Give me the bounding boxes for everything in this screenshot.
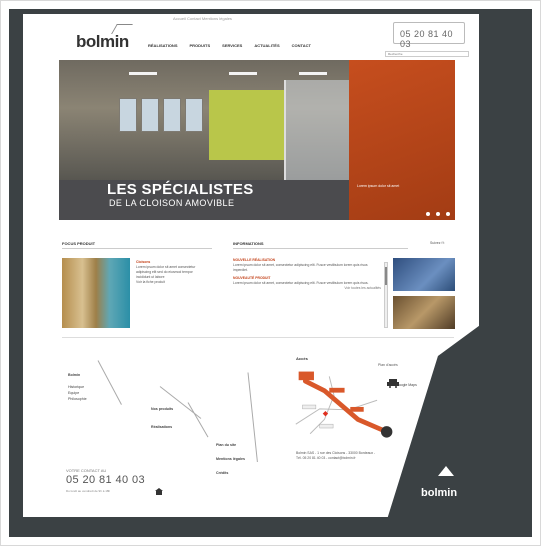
plan-label: Plan d'accès xyxy=(378,363,398,367)
info-section-title: INFORMATIONS xyxy=(233,241,408,249)
hero-photo-green-wall xyxy=(209,90,284,160)
footer-logo: bolmin xyxy=(421,487,458,499)
carousel-dot[interactable] xyxy=(446,212,450,216)
access-map[interactable] xyxy=(291,366,401,446)
footer-link-bolmin[interactable]: Bolmin xyxy=(68,372,80,378)
hero-photo-window xyxy=(163,98,181,132)
phone-box: 05 20 81 40 03 xyxy=(393,22,465,49)
focus-body: Lorem ipsum dolor sit amet consectetur a… xyxy=(136,265,196,279)
gallery-thumb-blue[interactable] xyxy=(393,258,455,291)
contact-label: VOTRE CONTACT AU xyxy=(66,468,107,473)
info-list: NOUVELLE RÉALISATION Lorem ipsum dolor s… xyxy=(233,258,381,291)
hero-orange-panel xyxy=(349,60,455,220)
focus-product-image[interactable] xyxy=(62,258,130,328)
hero-side-text: Lorem ipsum dolor sit amet xyxy=(357,184,400,188)
hero-photo-ceiling-light xyxy=(229,72,257,75)
hero-subtitle: DE LA CLOISON AMOVIBLE xyxy=(109,198,235,208)
focus-more-link[interactable]: Voir la fiche produit xyxy=(136,280,200,285)
hero-photo-ceiling-light xyxy=(129,72,157,75)
footer-diagonal-line xyxy=(97,360,122,405)
nav-item-realisations[interactable]: RÉALISATIONS xyxy=(148,43,177,48)
social-links[interactable]: Suivez f t xyxy=(430,241,444,245)
nav-item-produits[interactable]: PRODUITS xyxy=(189,43,210,48)
search-input[interactable]: Recherche xyxy=(385,51,469,57)
carousel-dot[interactable] xyxy=(426,212,430,216)
footer-link-produits[interactable]: Nos produits xyxy=(151,406,173,412)
footer-diagonal-line xyxy=(247,372,258,463)
hero-photo-window xyxy=(119,98,137,132)
nav-item-actualites[interactable]: ACTUALITÉS xyxy=(254,43,279,48)
contact-hours: Du lundi au vendredi de 9h à 18h xyxy=(66,489,111,493)
website-mockup: Accueil Contact Mentions légales bolmin … xyxy=(23,14,479,517)
info-item1-body: Lorem ipsum dolor sit amet, consectetur … xyxy=(233,263,368,272)
address-block: Bolmin SAS - 1 rue des Cloisons - 33000 … xyxy=(296,451,376,460)
hero-carousel-dots xyxy=(426,212,455,216)
hero-photo-ceiling-light xyxy=(299,72,327,75)
gallery-thumb-wood[interactable] xyxy=(393,296,455,329)
footer-link-plan[interactable]: Plan du site xyxy=(216,442,236,448)
section-divider xyxy=(62,337,454,338)
hero-photo-window xyxy=(185,98,203,132)
map-title: Accès xyxy=(296,356,308,361)
main-nav: RÉALISATIONS PRODUITS SERVICES ACTUALITÉ… xyxy=(148,43,311,48)
nav-item-services[interactable]: SERVICES xyxy=(222,43,242,48)
footer-logo-mark-icon xyxy=(438,466,454,476)
contact-phone-number: 05 20 81 40 03 xyxy=(66,474,146,486)
info-scrollbar[interactable] xyxy=(384,262,388,328)
footer-link-philosophie[interactable]: Philosophie xyxy=(68,396,87,402)
scrollbar-thumb[interactable] xyxy=(385,267,387,285)
hero-photo-window xyxy=(141,98,159,132)
footer-diagonal-line xyxy=(187,402,209,438)
footer-link-credits[interactable]: Crédits xyxy=(216,470,228,476)
carousel-dot[interactable] xyxy=(436,212,440,216)
hero-title: LES SPÉCIALISTES xyxy=(107,181,254,198)
focus-product-text: Cloisons Lorem ipsum dolor sit amet cons… xyxy=(136,260,200,285)
home-icon[interactable] xyxy=(155,488,163,495)
footer-link-mentions[interactable]: Mentions légales xyxy=(216,456,245,462)
topbar-links[interactable]: Accueil Contact Mentions légales xyxy=(173,16,232,21)
nav-item-contact[interactable]: CONTACT xyxy=(292,43,311,48)
info-more-link[interactable]: Voir toutes les actualités xyxy=(233,286,381,291)
footer-link-realisations[interactable]: Réalisations xyxy=(151,424,172,430)
focus-section-title: FOCUS PRODUIT xyxy=(62,241,212,249)
hero-banner: LES SPÉCIALISTES DE LA CLOISON AMOVIBLE … xyxy=(59,60,455,220)
site-logo[interactable]: bolmin xyxy=(76,32,129,52)
phone-number: 05 20 81 40 03 xyxy=(400,29,454,49)
google-maps-link[interactable]: Google Maps xyxy=(396,383,417,387)
